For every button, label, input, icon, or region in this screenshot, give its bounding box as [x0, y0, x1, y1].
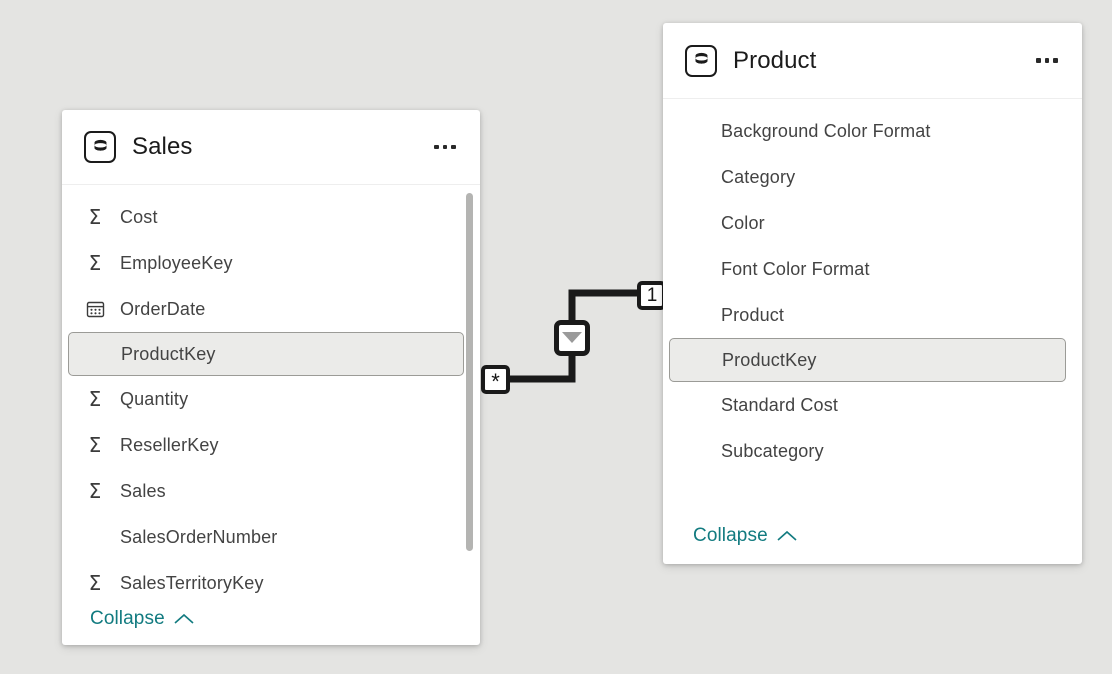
many-cardinality-label: *	[491, 368, 500, 394]
sigma-icon: Σ	[88, 479, 102, 503]
field-row-productkey[interactable]: ProductKey	[669, 338, 1066, 382]
table-title-product: Product	[733, 46, 817, 74]
field-label: Color	[721, 212, 765, 233]
field-row-quantity[interactable]: Σ Quantity	[62, 376, 480, 422]
ellipsis-dot	[1053, 58, 1058, 63]
field-row-color[interactable]: Color	[663, 200, 1082, 246]
sigma-icon: Σ	[88, 387, 102, 411]
field-label: Product	[721, 304, 785, 325]
field-label: EmployeeKey	[120, 252, 233, 273]
field-row-salesordernumber[interactable]: SalesOrderNumber	[62, 514, 480, 560]
collapse-label: Collapse	[90, 608, 165, 629]
sigma-icon: Σ	[88, 205, 102, 229]
sigma-icon: Σ	[88, 571, 102, 593]
table-header-product[interactable]: Product	[663, 23, 1082, 99]
chevron-up-icon	[174, 613, 194, 624]
table-card-sales[interactable]: Sales Σ Cost Σ EmployeeKey OrderDate Pro…	[62, 110, 480, 645]
ellipsis-dot	[442, 144, 448, 150]
field-row-font-color-format[interactable]: Font Color Format	[663, 246, 1082, 292]
sigma-icon: Σ	[88, 251, 102, 275]
field-row-background-color-format[interactable]: Background Color Format	[663, 108, 1082, 154]
field-label: OrderDate	[120, 298, 206, 319]
field-row-resellerkey[interactable]: Σ ResellerKey	[62, 422, 480, 468]
field-label: Font Color Format	[721, 258, 870, 279]
relationship-one-badge[interactable]: 1	[637, 281, 666, 310]
field-label: SalesOrderNumber	[120, 526, 278, 547]
field-label: Standard Cost	[721, 394, 839, 415]
table-footer-sales: Collapse	[62, 593, 480, 645]
field-list-sales: Σ Cost Σ EmployeeKey OrderDate ProductKe…	[62, 185, 480, 593]
table-more-options-button-product[interactable]	[1030, 46, 1064, 76]
table-database-icon	[84, 131, 116, 163]
field-row-cost[interactable]: Σ Cost	[62, 194, 480, 240]
model-diagram-canvas: * 1 Sales Σ Cost Σ EmployeeKey OrderDate…	[0, 0, 1112, 674]
collapse-button-product[interactable]: Collapse	[693, 525, 797, 547]
filter-arrow-down-icon	[562, 332, 582, 343]
table-card-product[interactable]: Product Background Color Format Category…	[663, 23, 1082, 564]
field-label: Category	[721, 166, 796, 187]
field-row-employeekey[interactable]: Σ EmployeeKey	[62, 240, 480, 286]
field-label: Quantity	[120, 388, 189, 409]
field-row-subcategory[interactable]: Subcategory	[663, 428, 1082, 474]
field-row-standard-cost[interactable]: Standard Cost	[663, 382, 1082, 428]
field-row-orderdate[interactable]: OrderDate	[62, 286, 480, 332]
field-label: Background Color Format	[721, 120, 931, 141]
table-title-sales: Sales	[132, 133, 193, 160]
cross-filter-direction-icon[interactable]	[554, 320, 590, 356]
field-label: Sales	[120, 480, 166, 501]
ellipsis-dot	[1044, 58, 1050, 63]
field-label: ProductKey	[121, 343, 216, 364]
collapse-button-sales[interactable]: Collapse	[90, 608, 194, 630]
table-database-icon	[685, 44, 717, 77]
relationship-many-badge[interactable]: *	[481, 365, 510, 394]
field-row-productkey[interactable]: ProductKey	[68, 332, 464, 376]
field-label: ResellerKey	[120, 434, 219, 455]
sigma-icon: Σ	[88, 433, 102, 457]
field-label: ProductKey	[722, 349, 817, 370]
field-label: SalesTerritoryKey	[120, 572, 264, 593]
scrollbar-thumb[interactable]	[466, 193, 473, 551]
field-row-salesterritorykey[interactable]: Σ SalesTerritoryKey	[62, 560, 480, 594]
collapse-label: Collapse	[693, 525, 768, 546]
table-footer-product: Collapse	[663, 508, 1082, 564]
field-list-scrollbar[interactable]	[466, 185, 473, 593]
ellipsis-dot	[451, 144, 456, 150]
ellipsis-dot	[434, 144, 439, 150]
field-row-category[interactable]: Category	[663, 154, 1082, 200]
field-list-product: Background Color Format Category Color F…	[663, 99, 1082, 508]
table-header-sales[interactable]: Sales	[62, 110, 480, 185]
field-row-product[interactable]: Product	[663, 292, 1082, 338]
field-label: Cost	[120, 206, 158, 227]
ellipsis-dot	[1036, 58, 1041, 63]
table-more-options-button-sales[interactable]	[428, 132, 462, 162]
field-row-sales[interactable]: Σ Sales	[62, 468, 480, 514]
field-label: Subcategory	[721, 440, 824, 461]
one-cardinality-label: 1	[646, 285, 658, 306]
calendar-icon	[84, 298, 106, 320]
chevron-up-icon	[777, 530, 797, 541]
